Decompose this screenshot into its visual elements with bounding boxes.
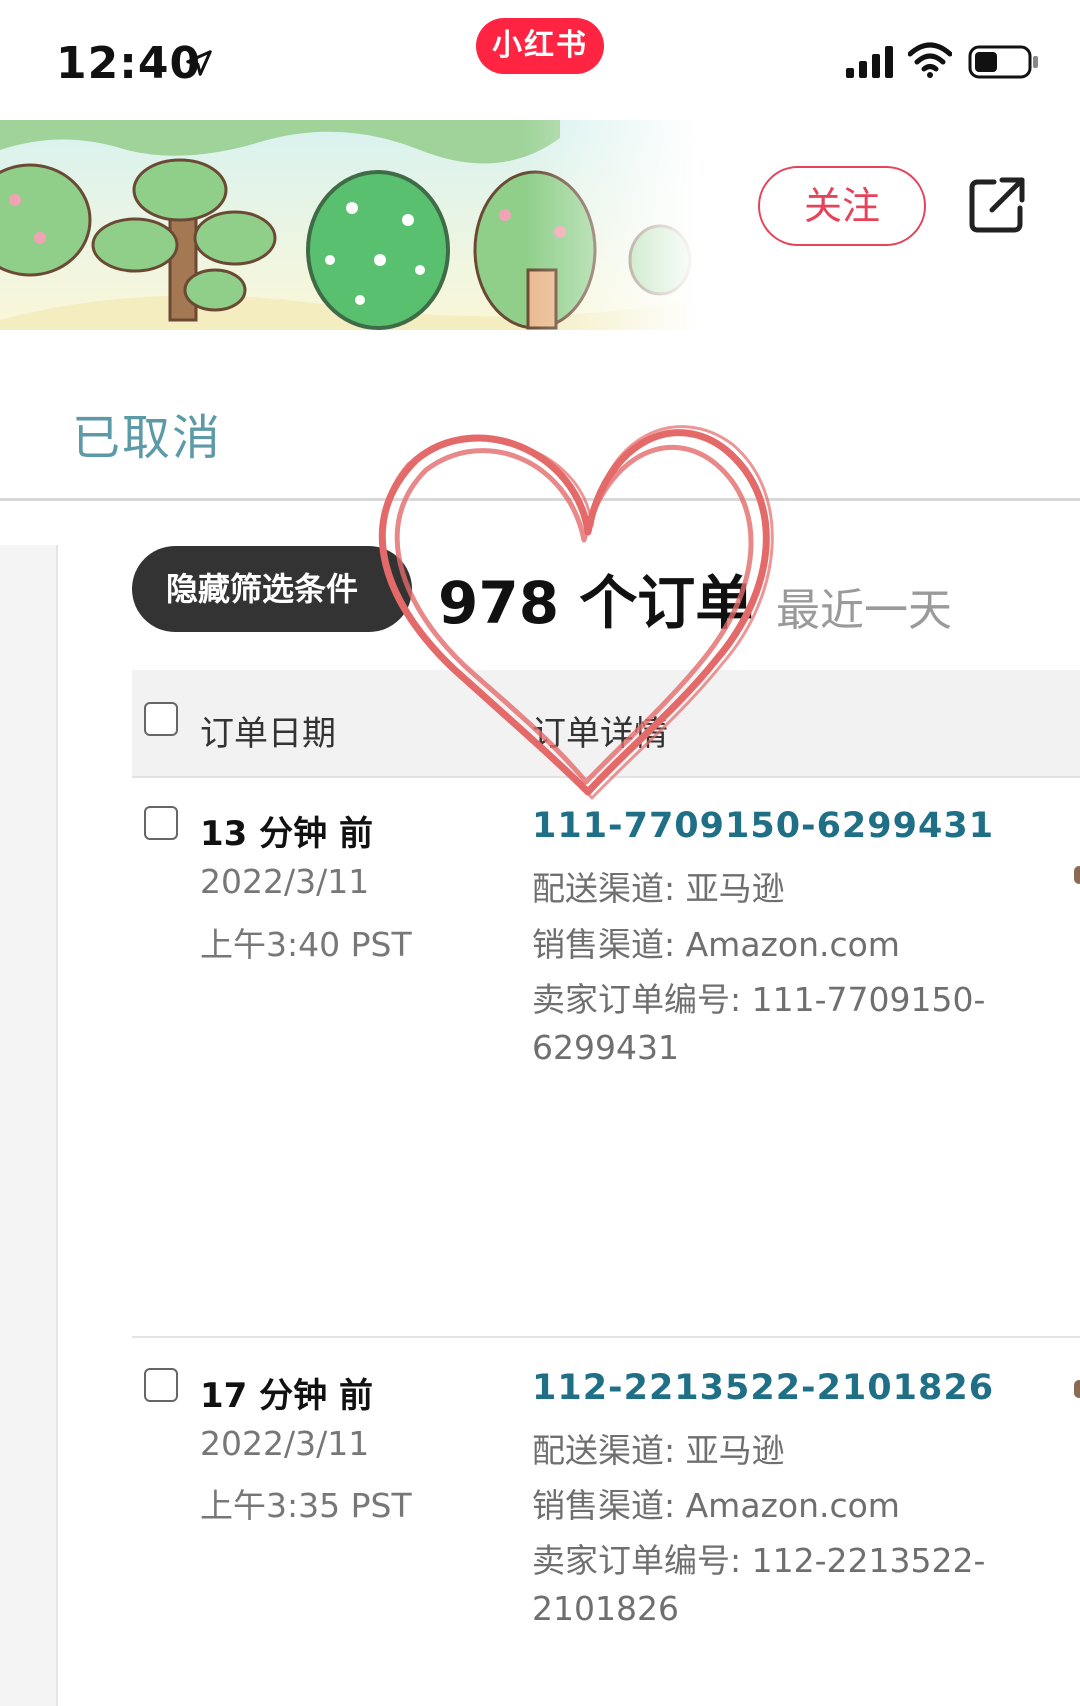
select-all-checkbox[interactable] [144,702,178,736]
order-count: 978 个订单 [438,569,754,637]
share-icon[interactable] [964,174,1028,238]
signal-icon [846,46,893,78]
wifi-icon [908,42,952,78]
row-checkbox[interactable] [144,806,178,840]
status-time: 12:40 [56,38,202,89]
battery-icon [968,45,1038,79]
sales-channel: 销售渠道: Amazon.com [532,925,900,964]
order-id-link[interactable]: 111-7709150-6299431 [532,806,994,846]
order-time: 上午3:40 PST [200,925,412,964]
table-header: 订单日期 订单详情 [132,670,1080,778]
row-edge-icon [1074,866,1080,884]
row-checkbox[interactable] [144,1368,178,1402]
date-range-label[interactable]: 最近一天 [776,574,952,638]
order-id-link[interactable]: 112-2213522-2101826 [532,1368,994,1408]
column-header-order-details: 订单详情 [532,714,668,754]
sales-channel: 销售渠道: Amazon.com [532,1486,900,1525]
seller-order-number: 卖家订单编号: 111-7709150- [532,980,986,1019]
seller-order-number-continued: 6299431 [532,1028,679,1067]
row-edge-icon [1074,1380,1080,1398]
banner-illustration [0,120,700,330]
seller-order-number: 卖家订单编号: 112-2213522- [532,1541,986,1580]
order-relative-time: 17 分钟 前 [200,1376,373,1416]
side-panel [0,545,58,1706]
follow-button[interactable]: 关注 [758,166,926,246]
order-time: 上午3:35 PST [200,1486,412,1525]
status-bar: 12:40 小红书 [0,0,1080,120]
order-relative-time: 13 分钟 前 [200,814,373,854]
location-arrow-icon [186,50,212,76]
seller-order-number-continued: 2101826 [532,1589,679,1628]
section-divider [0,498,1080,501]
app-badge: 小红书 [476,18,604,74]
row-divider [132,1336,1080,1338]
tab-cancelled[interactable]: 已取消 [72,398,222,468]
hide-filters-button[interactable]: 隐藏筛选条件 [132,546,412,632]
column-header-order-date[interactable]: 订单日期 [200,706,336,755]
fulfillment-channel: 配送渠道: 亚马逊 [532,869,785,908]
fulfillment-channel: 配送渠道: 亚马逊 [532,1431,785,1470]
order-date: 2022/3/11 [200,1424,370,1463]
order-date: 2022/3/11 [200,862,370,901]
